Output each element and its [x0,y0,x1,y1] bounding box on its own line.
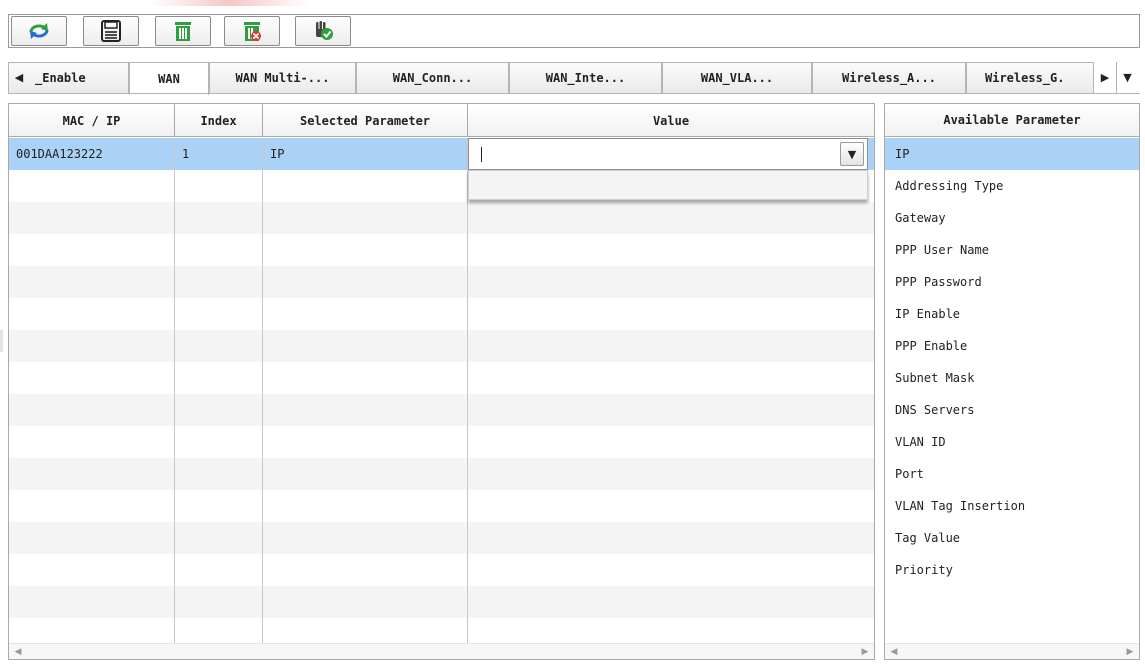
empty-row [9,586,874,618]
tab-list-dropdown-icon[interactable]: ▼ [1116,62,1138,93]
cell-selected-parameter: IP [270,147,285,161]
scroll-right-icon[interactable]: ▶ [859,646,871,658]
empty-row [9,298,874,330]
empty-row [9,330,874,362]
list-item[interactable]: PPP User Name [885,234,1139,266]
tab-wan-conn[interactable]: WAN_Conn... [356,62,509,93]
value-input[interactable] [475,143,825,165]
empty-row [9,522,874,554]
column-header-selected-parameter[interactable]: Selected Parameter [263,104,468,137]
horizontal-scrollbar[interactable]: ◀ ▶ [885,643,1139,659]
trash-icon [175,22,191,41]
cell-index: 1 [182,147,190,161]
list-item[interactable]: PPP Password [885,266,1139,298]
list-item[interactable]: Addressing Type [885,170,1139,202]
empty-row [9,458,874,490]
list-item[interactable]: Port [885,458,1139,490]
list-item[interactable]: IP [885,138,1139,170]
empty-row [9,394,874,426]
empty-row [9,554,874,586]
available-parameter-header: Available Parameter [885,104,1139,137]
empty-row [9,234,874,266]
tab-wan-multi[interactable]: WAN Multi-... [209,62,356,93]
grid-header: MAC / IP Index Selected Parameter Value [9,104,874,137]
tab-label: WAN_Conn... [392,71,473,85]
empty-row [9,202,874,234]
delete-button[interactable] [155,16,211,46]
tab-label: WAN_Inte... [545,71,626,85]
cell-mac-ip: 001DAA123222 [16,147,103,161]
value-dropdown-list[interactable] [468,170,868,200]
column-header-value[interactable]: Value [468,104,874,137]
value-combobox[interactable]: ▼ [468,138,868,170]
empty-row [9,490,874,522]
empty-row [9,362,874,394]
refresh-button[interactable] [11,16,67,46]
chevron-down-icon: ▼ [847,147,857,161]
tab-bar: _Enable ◀ WAN WAN Multi-... WAN_Conn... … [8,62,1140,95]
list-item[interactable]: PPP Enable [885,330,1139,362]
hand-check-icon [316,21,333,40]
horizontal-scrollbar[interactable]: ◀ ▶ [9,643,874,659]
scroll-right-icon[interactable]: ▶ [1124,646,1136,658]
available-parameter-list: Available Parameter IP Addressing Type G… [884,103,1140,660]
column-header-mac-ip[interactable]: MAC / IP [9,104,175,137]
list-item[interactable]: VLAN ID [885,426,1139,458]
list-item[interactable]: Tag Value [885,522,1139,554]
empty-row [9,266,874,298]
apply-button[interactable] [295,16,351,46]
tab-scroll-right-icon[interactable]: ▶ [1094,62,1116,93]
tab-wan-inte[interactable]: WAN_Inte... [509,62,662,93]
scroll-left-icon[interactable]: ◀ [12,646,24,658]
top-decoration [150,0,310,6]
tab-label: WAN [158,72,180,86]
tab-scroll-left-icon[interactable]: ◀ [8,62,30,93]
scroll-left-icon[interactable]: ◀ [888,646,900,658]
column-header-index[interactable]: Index [175,104,263,137]
column-divider [262,138,263,659]
tab-divider [8,93,1140,94]
value-dropdown-button[interactable]: ▼ [840,142,864,166]
text-caret [481,147,482,162]
list-item[interactable]: DNS Servers [885,394,1139,426]
column-divider [174,138,175,659]
tab-wireless-a[interactable]: Wireless_A... [812,62,966,93]
trash-cancel-icon [244,22,261,41]
refresh-icon [29,23,49,39]
tab-wan-vla[interactable]: WAN_VLA... [662,62,812,93]
list-item[interactable]: Subnet Mask [885,362,1139,394]
tab-label: WAN Multi-... [235,71,330,85]
tab-wireless-g[interactable]: Wireless_G. [966,62,1094,93]
tab-wan[interactable]: WAN [129,62,209,95]
save-icon [101,20,121,42]
resize-handle[interactable] [0,330,3,352]
list-item[interactable]: Priority [885,554,1139,586]
delete-all-button[interactable] [224,16,280,46]
save-button[interactable] [83,16,139,46]
column-divider [467,138,468,659]
tab-label: Wireless_A... [842,71,936,85]
parameter-grid: MAC / IP Index Selected Parameter Value … [8,103,875,660]
tab-label: Wireless_G. [985,71,1065,85]
list-item[interactable]: Gateway [885,202,1139,234]
tab-label: WAN_VLA... [700,71,774,85]
empty-row [9,426,874,458]
tab-label: _Enable [35,71,86,85]
list-item[interactable]: VLAN Tag Insertion [885,490,1139,522]
toolbar [8,14,1140,48]
list-item[interactable]: IP Enable [885,298,1139,330]
